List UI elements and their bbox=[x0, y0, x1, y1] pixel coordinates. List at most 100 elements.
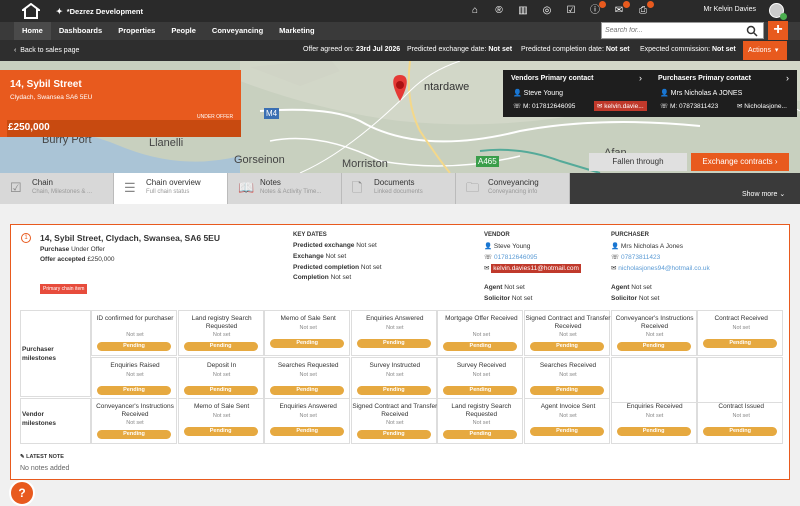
nav-people[interactable]: People bbox=[163, 22, 204, 40]
bank-icon[interactable]: ⌂ bbox=[468, 4, 482, 18]
milestone-pending-badge[interactable]: Pending bbox=[356, 430, 431, 439]
add-button[interactable]: + bbox=[768, 21, 788, 40]
user-name[interactable]: Mr Kelvin Davies bbox=[703, 6, 756, 13]
milestone-cell[interactable]: Land registry Search Requested Not set Pen… bbox=[177, 310, 264, 356]
milestone-pending-badge[interactable]: Pending bbox=[443, 342, 518, 351]
milestone-pending-badge[interactable]: Pending bbox=[703, 427, 778, 436]
tab-chain-overview[interactable]: ☰ Chain overview Full chain status bbox=[114, 173, 228, 204]
checklist-icon[interactable]: ☑ bbox=[564, 4, 578, 18]
folder-icon: 🗀 bbox=[466, 180, 480, 195]
registry-icon[interactable]: ® bbox=[492, 4, 506, 18]
tab-conveyancing[interactable]: 🗀 Conveyancing Conveyancing info bbox=[456, 173, 570, 204]
milestone-name: Memo of Sale Sent bbox=[280, 315, 336, 322]
milestone-cell[interactable]: Enquiries Answered Not set Pending bbox=[264, 398, 351, 444]
tab-documents[interactable]: 🗋 Documents Linked documents bbox=[342, 173, 456, 204]
milestone-pending-badge[interactable]: Pending bbox=[183, 427, 258, 436]
nav-conveyancing[interactable]: Conveyancing bbox=[204, 22, 271, 40]
milestone-pending-badge[interactable]: Pending bbox=[616, 342, 691, 351]
nav-properties[interactable]: Properties bbox=[110, 22, 163, 40]
nav-home[interactable]: Home bbox=[14, 22, 51, 40]
milestone-cell[interactable]: Signed Contract and Transfer Received Not… bbox=[524, 310, 610, 356]
map-label-ntardawe: ntardawe bbox=[424, 81, 470, 93]
map-label-a465: A465 bbox=[476, 156, 499, 167]
chart-icon[interactable]: ▥ bbox=[516, 4, 530, 18]
milestone-pending-badge[interactable]: Pending bbox=[530, 386, 604, 395]
home-logo-icon[interactable] bbox=[20, 0, 42, 22]
milestone-cell[interactable]: Contract Issued Not set Pending bbox=[697, 398, 784, 444]
search-input[interactable] bbox=[602, 27, 742, 34]
milestone-pending-badge[interactable]: Pending bbox=[97, 342, 171, 351]
chevron-right-icon[interactable]: › bbox=[639, 73, 642, 83]
milestone-cell[interactable]: Land registry Search Requested Not set Pen… bbox=[437, 398, 524, 444]
milestone-cell[interactable]: Signed Contract and Transfer Received Not… bbox=[350, 398, 437, 444]
milestone-pending-badge[interactable]: Pending bbox=[270, 339, 345, 348]
milestone-cell[interactable]: ID confirmed for purchaser Not set Pending bbox=[91, 310, 177, 356]
milestone-cell[interactable]: Searches Requested Not set Pending bbox=[264, 357, 351, 403]
vendor-name[interactable]: 👤 Steve Young bbox=[484, 242, 530, 250]
milestone-cell[interactable]: Contract Received Not set Pending bbox=[697, 310, 784, 356]
chevron-right-icon[interactable]: › bbox=[786, 73, 789, 83]
milestone-cell[interactable]: Survey Received Not set Pending bbox=[437, 357, 524, 403]
milestone-cell[interactable]: Survey Instructed Not set Pending bbox=[350, 357, 437, 403]
milestone-pending-badge[interactable]: Pending bbox=[530, 342, 604, 351]
milestone-cell[interactable]: Searches Received Not set Pending bbox=[524, 357, 610, 403]
top-bar: ✦ *Dezrez Development ⌂ ® ▥ ◎ ☑ ⓘ ✉ ⎙ Mr… bbox=[0, 0, 800, 22]
milestone-pending-badge[interactable]: Pending bbox=[97, 430, 171, 439]
milestone-name: Deposit In bbox=[206, 362, 237, 369]
milestone-name: Enquiries Received bbox=[626, 403, 683, 410]
milestone-cell[interactable]: Mortgage Offer Received Not set Pending bbox=[437, 310, 524, 356]
milestone-pending-badge[interactable]: Pending bbox=[97, 386, 171, 395]
alert-icon[interactable]: ⓘ bbox=[588, 1, 606, 18]
target-icon[interactable]: ◎ bbox=[540, 4, 554, 18]
milestone-pending-badge[interactable]: Pending bbox=[616, 427, 691, 436]
chain-title[interactable]: 14, Sybil Street, Clydach, Swansea, SA6 … bbox=[40, 233, 220, 243]
help-button[interactable]: ? bbox=[9, 480, 35, 506]
predicted-completion: Predicted completion date: Not set bbox=[521, 46, 630, 53]
milestone-not-set: Not set bbox=[386, 325, 404, 331]
offer-accepted: Offer accepted £250,000 bbox=[40, 256, 115, 263]
tab-notes[interactable]: 📖 Notes Notes & Activity Time... bbox=[228, 173, 342, 204]
milestone-empty-cell bbox=[697, 357, 784, 403]
exchange-contracts-button[interactable]: Exchange contracts › bbox=[691, 153, 789, 171]
actions-button[interactable]: Actions ▾ bbox=[743, 41, 787, 60]
milestone-pending-badge[interactable]: Pending bbox=[270, 386, 345, 395]
milestone-pending-badge[interactable]: Pending bbox=[530, 427, 604, 436]
vendors-contact[interactable]: Vendors Primary contact › 👤 Steve Young … bbox=[503, 70, 650, 117]
milestone-cell[interactable]: Enquiries Raised Not set Pending bbox=[91, 357, 177, 403]
purchaser-email[interactable]: ✉ nicholasjones94@hotmail.co.uk bbox=[611, 264, 710, 272]
printer-icon[interactable]: ⎙ bbox=[636, 1, 654, 18]
milestone-cell[interactable]: Enquiries Answered Not set Pending bbox=[350, 310, 437, 356]
milestone-cell[interactable]: Conveyancer's Instructions Received Not s… bbox=[610, 310, 697, 356]
tab-conveyancing-label: Conveyancing bbox=[488, 178, 539, 187]
purchaser-name[interactable]: 👤 Mrs Nicholas A Jones bbox=[611, 242, 683, 250]
milestone-pending-badge[interactable]: Pending bbox=[356, 386, 431, 395]
search-icon[interactable] bbox=[746, 25, 758, 37]
milestone-pending-badge[interactable]: Pending bbox=[443, 386, 518, 395]
milestone-cell[interactable]: Agent Invoice Sent Not set Pending bbox=[524, 398, 610, 444]
milestone-cell[interactable]: Deposit In Not set Pending bbox=[177, 357, 264, 403]
milestone-not-set: Not set bbox=[645, 332, 664, 338]
nav-dashboards[interactable]: Dashboards bbox=[51, 22, 110, 40]
fallen-through-button[interactable]: Fallen through bbox=[589, 153, 687, 171]
purchasers-contact-email[interactable]: ✉ Nicholasjone... bbox=[737, 102, 787, 110]
messages-icon[interactable]: ✉ bbox=[612, 1, 630, 18]
tab-chain-sub: Chain, Milestones & ... bbox=[32, 189, 93, 195]
milestone-pending-badge[interactable]: Pending bbox=[183, 386, 258, 395]
milestone-cell[interactable]: Conveyancer's Instructions Received Not s… bbox=[91, 398, 177, 444]
milestone-cell[interactable]: Memo of Sale Sent Not set Pending bbox=[264, 310, 351, 356]
vendor-email[interactable]: ✉ kelvin.davies11@hotmail.com bbox=[484, 264, 581, 273]
vendor-phone[interactable]: ☏ 017812646095 bbox=[484, 253, 537, 261]
tab-chain[interactable]: ☑ Chain Chain, Milestones & ... bbox=[0, 173, 114, 204]
milestone-pending-badge[interactable]: Pending bbox=[356, 339, 431, 348]
show-more-button[interactable]: Show more ⌄ bbox=[742, 190, 785, 198]
purchaser-phone[interactable]: ☏ 07873811423 bbox=[611, 253, 660, 261]
milestone-cell[interactable]: Memo of Sale Sent Not set Pending bbox=[177, 398, 264, 444]
milestone-pending-badge[interactable]: Pending bbox=[443, 430, 518, 439]
milestone-pending-badge[interactable]: Pending bbox=[183, 342, 258, 351]
back-link[interactable]: ‹ Back to sales page bbox=[14, 47, 79, 54]
milestone-pending-badge[interactable]: Pending bbox=[270, 427, 345, 436]
milestone-pending-badge[interactable]: Pending bbox=[703, 339, 778, 348]
vendors-contact-email[interactable]: ✉ kelvin.davie... bbox=[594, 101, 647, 111]
nav-marketing[interactable]: Marketing bbox=[271, 22, 322, 40]
milestone-cell[interactable]: Enquiries Received Not set Pending bbox=[610, 398, 697, 444]
